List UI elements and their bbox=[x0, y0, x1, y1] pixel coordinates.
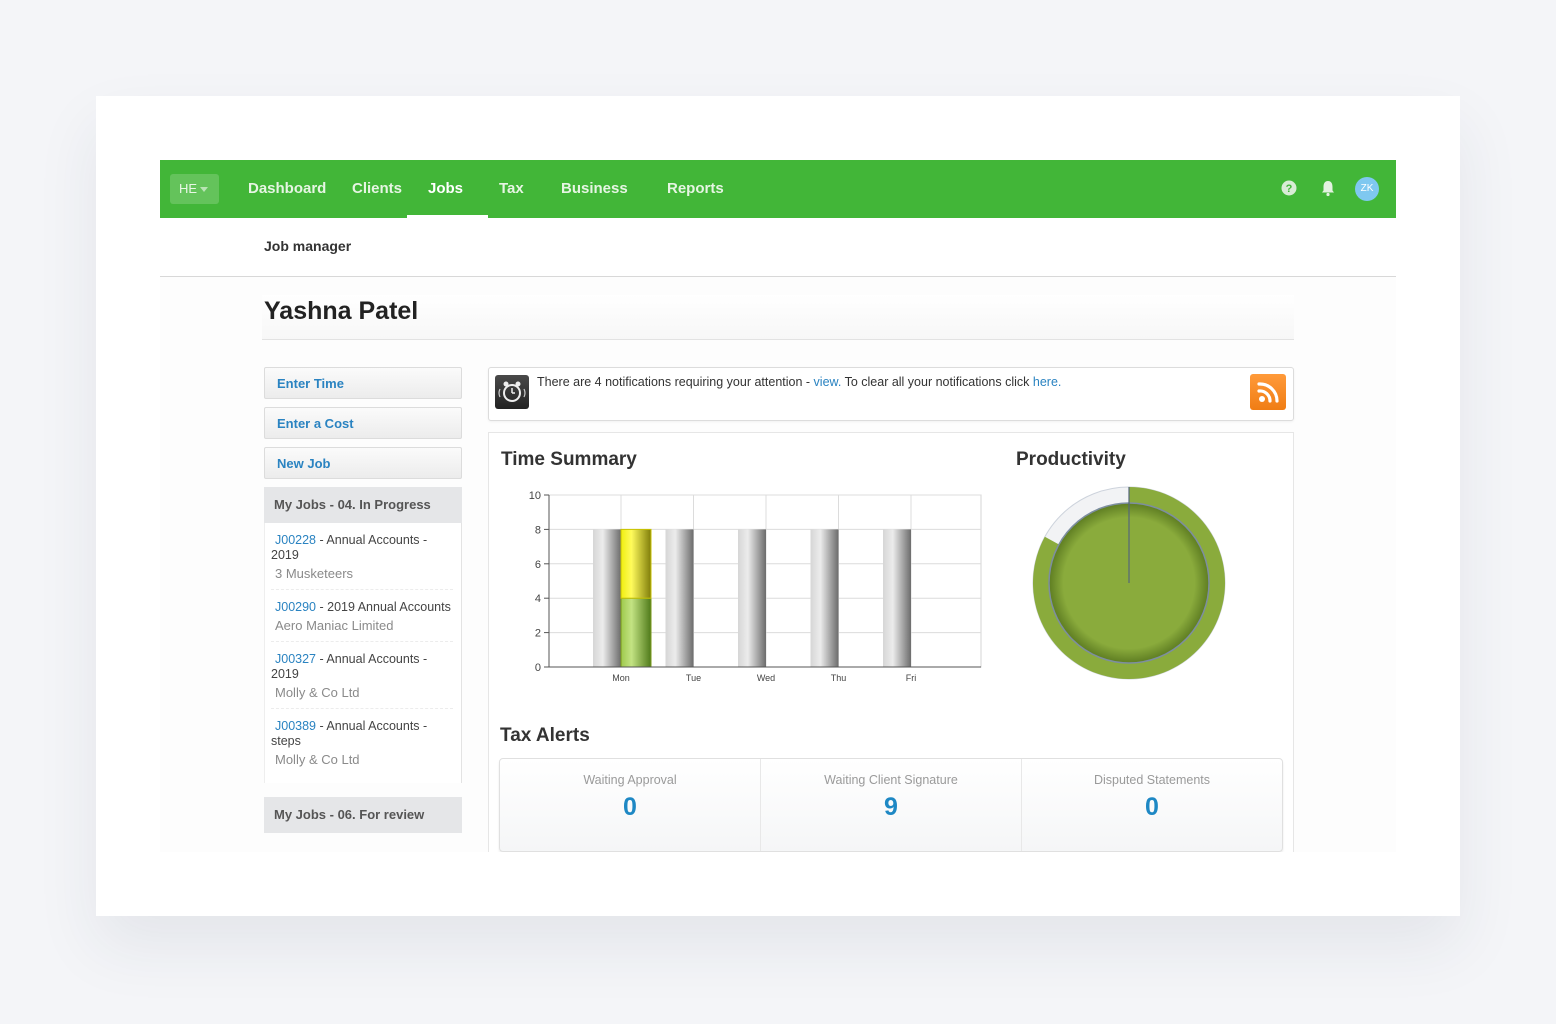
job-client: Molly & Co Ltd bbox=[275, 685, 360, 700]
nav-business[interactable]: Business bbox=[561, 160, 628, 218]
user-avatar[interactable]: ZK bbox=[1355, 177, 1379, 201]
in-progress-jobs-list: J00228 - Annual Accounts - 2019 3 Musket… bbox=[264, 523, 462, 783]
job-code-link[interactable]: J00290 bbox=[275, 600, 316, 614]
notification-text-middle: To clear all your notifications click bbox=[841, 375, 1033, 389]
top-navigation-bar: HE Dashboard Clients Jobs Tax Business R… bbox=[160, 160, 1396, 218]
rss-feed-icon[interactable] bbox=[1250, 374, 1286, 410]
productivity-title: Productivity bbox=[1016, 449, 1126, 470]
y-tick-label: 10 bbox=[529, 490, 541, 502]
sidebar: Enter Time Enter a Cost New Job My Jobs … bbox=[264, 367, 462, 833]
bar-expected-thu bbox=[810, 529, 839, 667]
main-content: Yashna Patel Enter Time Enter a Cost New… bbox=[160, 277, 1396, 852]
notification-text: There are 4 notifications requiring your… bbox=[537, 375, 814, 389]
in-progress-jobs-header[interactable]: My Jobs - 04. In Progress bbox=[264, 487, 462, 523]
x-tick-label: Wed bbox=[757, 673, 775, 683]
clear-notifications-link[interactable]: here. bbox=[1033, 375, 1062, 389]
tax-alert-label: Disputed Statements bbox=[1093, 773, 1211, 787]
view-notifications-link[interactable]: view. bbox=[814, 375, 842, 389]
bar-expected-tue bbox=[665, 529, 694, 667]
productivity-gauge bbox=[1032, 486, 1226, 680]
y-tick-label: 2 bbox=[535, 628, 541, 640]
sub-header: Job manager bbox=[160, 218, 1396, 277]
bell-icon[interactable] bbox=[1320, 179, 1336, 202]
bar-expected-fri bbox=[883, 529, 911, 667]
tax-alert-count: 0 bbox=[623, 793, 637, 821]
tax-alert-label: Waiting Client Signature bbox=[824, 773, 958, 787]
sub-header-title: Job manager bbox=[264, 238, 352, 254]
organization-label: HE bbox=[179, 181, 198, 196]
tax-alert-label: Waiting Approval bbox=[583, 773, 677, 787]
x-tick-label: Fri bbox=[906, 673, 917, 683]
organization-switcher[interactable]: HE bbox=[170, 174, 219, 204]
notification-bar: There are 4 notifications requiring your… bbox=[488, 367, 1294, 421]
job-code-link[interactable]: J00389 bbox=[275, 719, 316, 733]
bar-billable-mon bbox=[620, 597, 652, 668]
enter-cost-button[interactable]: Enter a Cost bbox=[264, 407, 462, 439]
tax-alerts-title: Tax Alerts bbox=[500, 725, 590, 746]
screenshot-frame: HE Dashboard Clients Jobs Tax Business R… bbox=[96, 96, 1460, 916]
job-code-link[interactable]: J00228 bbox=[275, 533, 316, 547]
new-job-button[interactable]: New Job bbox=[264, 447, 462, 479]
nav-reports[interactable]: Reports bbox=[667, 160, 724, 218]
job-list-item[interactable]: J00327 - Annual Accounts - 2019 Molly & … bbox=[271, 642, 453, 709]
bar-nonbillable-mon bbox=[620, 528, 652, 599]
x-tick-label: Mon bbox=[612, 673, 630, 683]
notification-message: There are 4 notifications requiring your… bbox=[537, 375, 1061, 389]
nav-jobs[interactable]: Jobs bbox=[428, 160, 463, 218]
bar-expected-mon bbox=[593, 529, 621, 667]
alarm-clock-icon bbox=[495, 375, 529, 409]
app-window: HE Dashboard Clients Jobs Tax Business R… bbox=[160, 160, 1396, 852]
job-client: Aero Maniac Limited bbox=[275, 618, 394, 633]
time-summary-title: Time Summary bbox=[501, 449, 637, 470]
y-tick-label: 0 bbox=[535, 662, 541, 674]
page-title: Yashna Patel bbox=[264, 297, 419, 325]
job-title: - 2019 Annual Accounts bbox=[316, 600, 451, 614]
job-client: Molly & Co Ltd bbox=[275, 752, 360, 767]
tax-alert-count: 9 bbox=[884, 793, 898, 821]
tax-alert-waiting-approval[interactable]: Waiting Approval 0 bbox=[500, 759, 761, 851]
help-icon[interactable]: ? bbox=[1280, 179, 1298, 202]
job-client: 3 Musketeers bbox=[275, 566, 354, 581]
nav-clients[interactable]: Clients bbox=[352, 160, 402, 218]
x-tick-label: Tue bbox=[686, 673, 701, 683]
nav-tax[interactable]: Tax bbox=[499, 160, 524, 218]
tax-alert-count: 0 bbox=[1145, 793, 1159, 821]
job-list-item[interactable]: J00228 - Annual Accounts - 2019 3 Musket… bbox=[271, 523, 453, 590]
tax-alert-waiting-signature[interactable]: Waiting Client Signature 9 bbox=[761, 759, 1022, 851]
job-list-item[interactable]: J00290 - 2019 Annual Accounts Aero Mania… bbox=[271, 590, 453, 642]
page-title-bar: Yashna Patel bbox=[262, 295, 1294, 340]
dashboard-panel: Time Summary 0 2 4 6 8 10 Mon Tue Wed Thu Fri Prod… bbox=[488, 432, 1294, 852]
time-summary-chart: 0 2 4 6 8 10 Mon Tue Wed Thu Fri bbox=[529, 490, 982, 683]
tax-alerts-row: Waiting Approval 0 Waiting Client Signat… bbox=[499, 758, 1283, 852]
for-review-jobs-header[interactable]: My Jobs - 06. For review bbox=[264, 797, 462, 833]
job-list-item[interactable]: J00389 - Annual Accounts - steps Molly &… bbox=[271, 709, 453, 775]
y-tick-label: 6 bbox=[535, 559, 541, 571]
tax-alert-disputed-statements[interactable]: Disputed Statements 0 bbox=[1022, 759, 1282, 851]
x-tick-label: Thu bbox=[831, 673, 847, 683]
bar-expected-wed bbox=[738, 529, 766, 667]
nav-dashboard[interactable]: Dashboard bbox=[248, 160, 326, 218]
enter-time-button[interactable]: Enter Time bbox=[264, 367, 462, 399]
svg-text:?: ? bbox=[1286, 183, 1293, 195]
y-tick-label: 4 bbox=[535, 593, 541, 605]
y-tick-label: 8 bbox=[535, 524, 541, 536]
caret-down-icon bbox=[200, 187, 209, 193]
job-code-link[interactable]: J00327 bbox=[275, 652, 316, 666]
